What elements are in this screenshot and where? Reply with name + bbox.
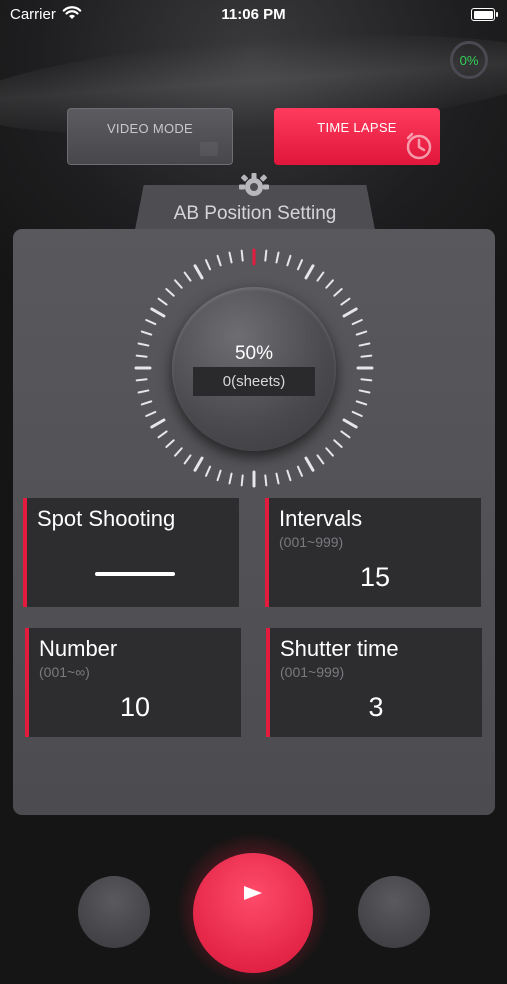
timer-icon <box>406 132 432 160</box>
dial-tick <box>137 389 150 394</box>
dial-tick <box>140 330 153 336</box>
intervals-range: (001~999) <box>279 534 344 550</box>
dial-tick <box>264 474 268 487</box>
shutter-time-title: Shutter time <box>280 636 399 661</box>
dial-tick <box>333 288 343 297</box>
intervals-title: Intervals <box>279 506 363 531</box>
video-mode-faded-icon <box>200 142 218 156</box>
dial-tick <box>145 410 157 417</box>
dial-tick <box>296 259 303 271</box>
dial-tick <box>165 288 175 297</box>
dial-tick <box>150 307 166 318</box>
dial-tick <box>135 378 148 382</box>
dial-tick <box>342 418 358 429</box>
number-title: Number <box>39 636 118 661</box>
dial-tick <box>205 259 212 271</box>
intervals-card[interactable]: Intervals (001~999) 15 <box>265 498 481 607</box>
dial-tick <box>174 447 183 457</box>
play-icon <box>244 886 262 900</box>
dial-tick <box>342 307 358 318</box>
dial-sheets-count: 0(sheets) <box>193 367 315 396</box>
time-lapse-button[interactable]: TIME LAPSE <box>274 108 440 165</box>
dial-tick <box>174 279 183 289</box>
spot-shooting-card[interactable]: Spot Shooting <box>23 498 239 607</box>
dial-tick <box>325 447 334 457</box>
dial-tick <box>183 271 192 282</box>
dial-tick <box>228 251 233 264</box>
number-range: (001~∞) <box>39 664 90 680</box>
dial-tick <box>296 465 303 477</box>
dial-tick <box>286 254 292 267</box>
time-lapse-label: TIME LAPSE <box>317 120 397 135</box>
status-bar: Carrier 11:06 PM <box>0 0 507 30</box>
dial-tick <box>355 330 368 336</box>
dial-tick <box>264 249 268 262</box>
number-value: 10 <box>119 692 151 722</box>
dial-tick <box>340 297 351 306</box>
dial-tick <box>333 439 343 448</box>
dial-tick <box>183 454 192 465</box>
dial-tick <box>165 439 175 448</box>
dial-tick <box>304 456 315 472</box>
dial-tick <box>340 430 351 439</box>
gear-icon <box>239 173 269 196</box>
dial-tick <box>240 249 244 262</box>
dial-tick <box>216 469 222 482</box>
shutter-time-card[interactable]: Shutter time (001~999) 3 <box>266 628 482 737</box>
dial-tick <box>325 279 334 289</box>
dial-tick <box>145 319 157 326</box>
right-control-button[interactable] <box>358 876 430 948</box>
dial-tick <box>351 319 363 326</box>
number-card[interactable]: Number (001~∞) 10 <box>25 628 241 737</box>
dial-tick <box>275 472 280 485</box>
dial-tick <box>193 456 204 472</box>
dial-tick <box>140 400 153 406</box>
spot-shooting-dash <box>95 572 175 576</box>
spot-shooting-title: Spot Shooting <box>37 506 176 531</box>
start-button[interactable] <box>193 853 313 973</box>
video-mode-label: VIDEO MODE <box>106 121 194 136</box>
dial-tick <box>316 271 325 282</box>
shutter-time-value: 3 <box>368 692 384 722</box>
dial-tick <box>360 354 373 358</box>
dial-tick <box>205 465 212 477</box>
dial-tick <box>193 264 204 280</box>
dial-tick <box>157 430 168 439</box>
dial-tick <box>286 469 292 482</box>
battery-percent-badge: 0% <box>450 41 488 79</box>
dial-tick <box>351 410 363 417</box>
left-control-button[interactable] <box>78 876 150 948</box>
intervals-value: 15 <box>359 562 391 592</box>
video-mode-button[interactable]: VIDEO MODE <box>67 108 233 165</box>
dial-tick <box>150 418 166 429</box>
dial-percent: 50% <box>234 343 274 364</box>
dial-tick <box>358 389 371 394</box>
ab-position-label: AB Position Setting <box>173 203 337 224</box>
dial-tick <box>240 474 244 487</box>
dial-tick <box>275 251 280 264</box>
dial-tick <box>135 354 148 358</box>
battery-icon <box>471 8 498 21</box>
dial-tick <box>304 264 315 280</box>
dial-tick <box>316 454 325 465</box>
shutter-time-range: (001~999) <box>280 664 345 680</box>
dial-tick <box>228 472 233 485</box>
dial-tick <box>157 297 168 306</box>
dial-tick <box>355 400 368 406</box>
dial-tick <box>216 254 222 267</box>
clock: 11:06 PM <box>221 6 286 23</box>
dial-tick <box>137 342 150 347</box>
dial-tick <box>358 342 371 347</box>
dial-tick <box>360 378 373 382</box>
